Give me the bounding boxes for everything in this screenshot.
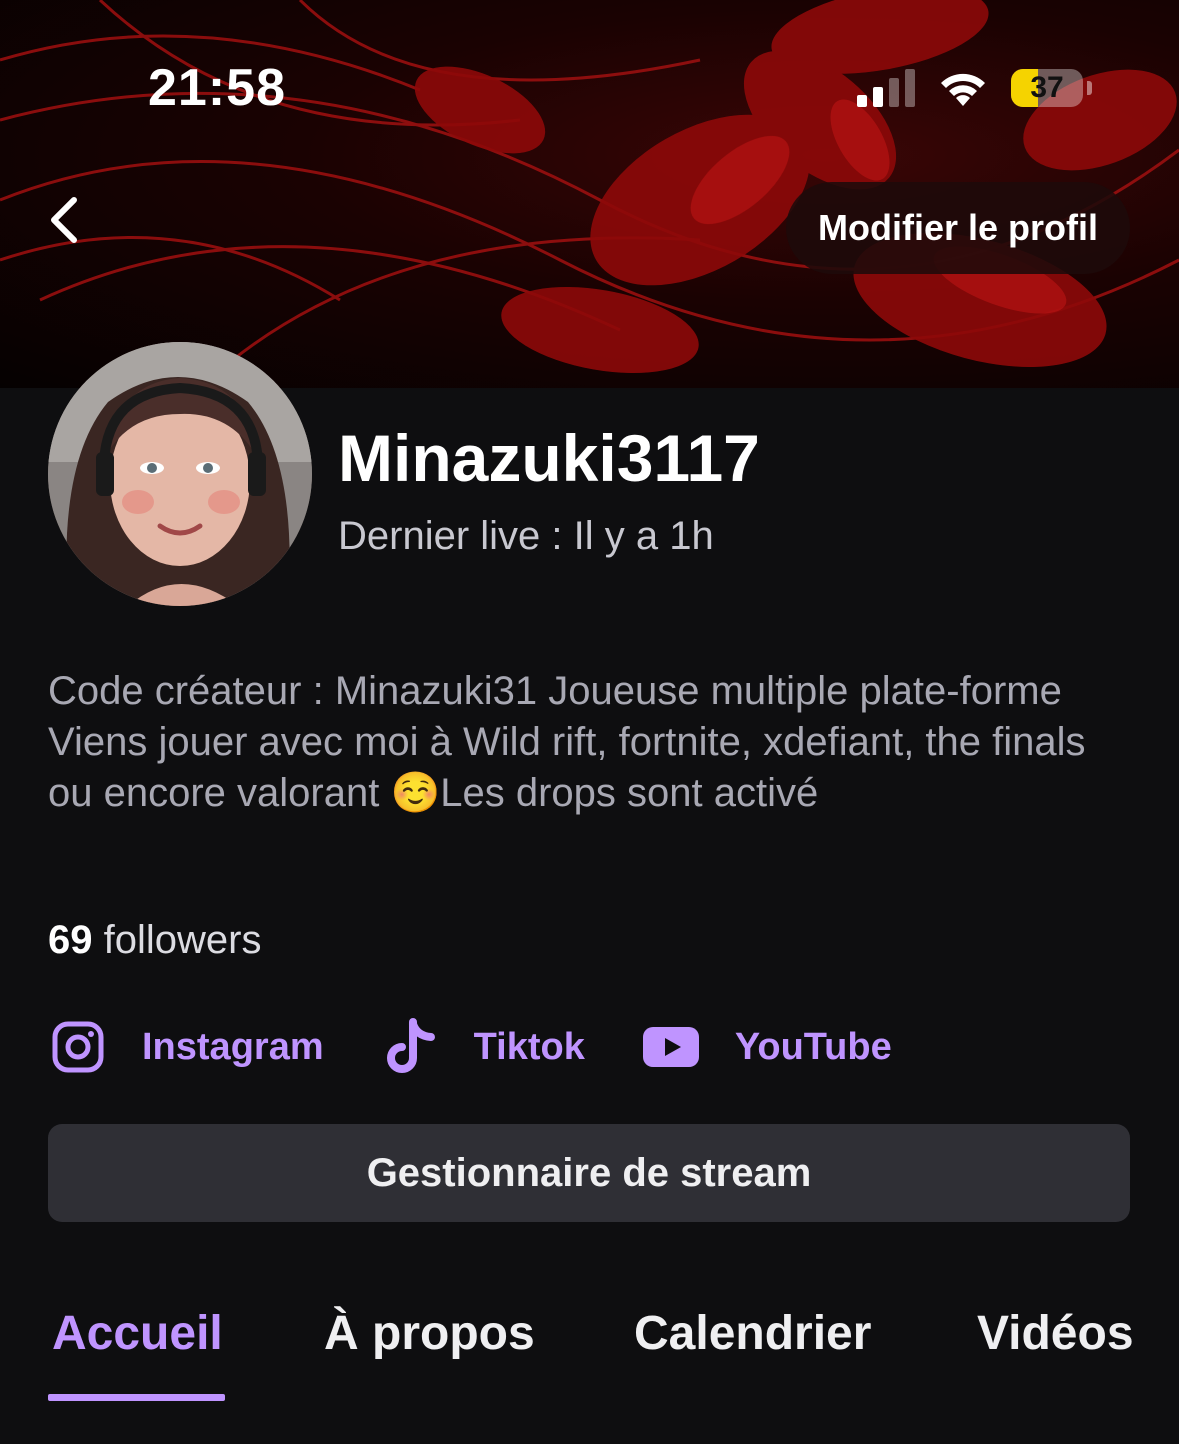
instagram-icon (48, 1017, 108, 1077)
status-icons: 37 (857, 66, 1092, 110)
cellular-signal-icon (857, 69, 915, 107)
back-button[interactable] (38, 188, 98, 252)
active-tab-indicator (48, 1394, 225, 1401)
stream-manager-button[interactable]: Gestionnaire de stream (48, 1124, 1130, 1222)
battery-icon: 37 (1011, 69, 1092, 107)
chevron-left-icon (51, 197, 77, 243)
tiktok-label: Tiktok (473, 1025, 585, 1068)
username: Minazuki3117 (338, 421, 760, 495)
social-links: Instagram Tiktok YouTube (48, 1016, 948, 1078)
avatar-image (48, 342, 312, 606)
avatar[interactable] (48, 342, 312, 606)
youtube-label: YouTube (734, 1025, 892, 1068)
last-live-status: Dernier live : Il y a 1h (338, 514, 714, 558)
status-time: 21:58 (148, 59, 286, 117)
tiktok-link[interactable]: Tiktok (380, 1017, 585, 1077)
instagram-link[interactable]: Instagram (48, 1017, 324, 1077)
battery-percentage: 37 (1030, 71, 1064, 104)
followers-label: followers (103, 918, 262, 962)
tab-accueil[interactable]: Accueil (52, 1306, 223, 1361)
instagram-label: Instagram (142, 1025, 324, 1068)
youtube-link[interactable]: YouTube (641, 1017, 892, 1077)
profile-bio: Code créateur : Minazuki31 Joueuse multi… (48, 669, 1086, 815)
tab-a-propos[interactable]: À propos (324, 1306, 535, 1361)
youtube-icon (641, 1017, 701, 1077)
battery-tip (1087, 81, 1092, 95)
profile-tabs: Accueil À propos Calendrier Vidéos (0, 1306, 1179, 1406)
tab-videos[interactable]: Vidéos (977, 1306, 1134, 1361)
followers-count[interactable]: 69 followers (48, 918, 261, 963)
tab-calendrier[interactable]: Calendrier (634, 1306, 871, 1361)
followers-number: 69 (48, 918, 93, 962)
wifi-icon (941, 73, 985, 106)
edit-profile-button[interactable]: Modifier le profil (786, 182, 1130, 274)
tiktok-icon (380, 1017, 440, 1077)
